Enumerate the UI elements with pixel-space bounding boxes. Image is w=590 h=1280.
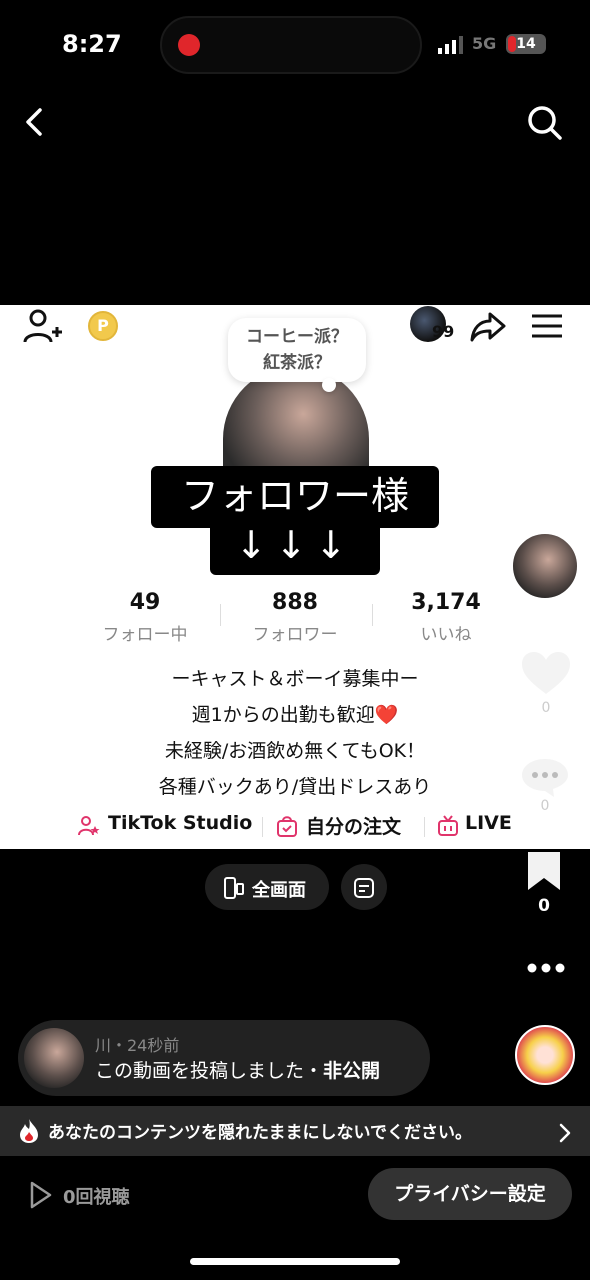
note-bubble-tail (322, 378, 336, 392)
bio-line: 未経験/お酒飲め無くてもOK！ (164, 740, 426, 762)
private-label: 非公開 (323, 1060, 381, 1082)
banner-text: あなたのコンテンツを隠れたままにしないでください。 (48, 1123, 472, 1143)
view-count: 0回視聴 (63, 1187, 130, 1208)
following-count[interactable]: 49 (65, 590, 225, 615)
live-icon (438, 815, 458, 836)
chevron-right-icon[interactable] (556, 1122, 574, 1144)
menu-icon[interactable] (530, 312, 564, 340)
overlay-caption: フォロワー様 (151, 466, 439, 528)
bio-line: 週1からの出勤も歓迎❤️ (191, 704, 399, 726)
search-icon[interactable] (524, 102, 564, 142)
status-time: 8:27 (62, 30, 122, 58)
tiktok-studio-link[interactable]: TikTok Studio (108, 812, 252, 842)
likes-label: いいね (420, 625, 472, 645)
recording-indicator (178, 34, 200, 56)
activity-meta: 川・24秒前 (95, 1036, 180, 1055)
following-label[interactable]: フォロー中 (65, 620, 225, 645)
note-line-1: コーヒー派？ (246, 327, 348, 347)
flame-icon (20, 1119, 38, 1143)
coin-icon[interactable]: P (88, 311, 118, 341)
studio-icon (78, 816, 100, 836)
followers-label[interactable]: フォロワー (215, 620, 375, 645)
activity-text: この動画を投稿しました・非公開 (95, 1056, 380, 1083)
caption-icon (354, 878, 374, 898)
bio-line: ーキャスト＆ボーイ募集中ー (171, 668, 419, 690)
more-icon[interactable] (526, 960, 566, 976)
activity-avatar (24, 1028, 84, 1088)
network-type: 5G (472, 34, 497, 53)
comment-count: 0 (540, 798, 550, 814)
note-bubble[interactable]: コーヒー派？ 紅茶派？ (228, 318, 366, 382)
note-line-2: 紅茶派？ (263, 353, 331, 373)
save-count: 0 (538, 896, 550, 916)
link-separator (424, 817, 425, 837)
privacy-settings-button[interactable]: プライバシー設定 (368, 1168, 572, 1220)
live-link[interactable]: LIVE (465, 812, 512, 842)
share-icon[interactable] (470, 308, 506, 344)
notification-badge: 99 (432, 322, 455, 341)
fullscreen-icon (224, 877, 244, 899)
comment-icon[interactable] (520, 757, 570, 799)
battery-percent: 14 (516, 36, 536, 52)
likes-count: 3,174 (411, 590, 481, 615)
fullscreen-label: 全画面 (252, 880, 306, 901)
orders-icon (277, 816, 297, 837)
overlay-arrows: ↓↓↓ (210, 520, 380, 575)
back-icon[interactable] (18, 104, 54, 140)
signal-icon (438, 36, 463, 54)
followers-count[interactable]: 888 (215, 590, 375, 615)
home-indicator[interactable] (190, 1258, 400, 1265)
creator-avatar[interactable] (511, 532, 579, 600)
music-disc[interactable] (515, 1025, 575, 1085)
like-count: 0 (541, 700, 551, 716)
bookmark-icon[interactable] (524, 850, 564, 892)
bio-line: 各種バックあり/貸出ドレスあり (158, 776, 432, 798)
add-user-icon[interactable] (22, 308, 62, 344)
my-orders-link[interactable]: 自分の注文 (306, 812, 401, 842)
heart-icon[interactable] (520, 650, 572, 696)
activity-message: この動画を投稿しました・ (95, 1060, 324, 1082)
link-separator (262, 817, 263, 837)
play-icon (30, 1181, 52, 1209)
